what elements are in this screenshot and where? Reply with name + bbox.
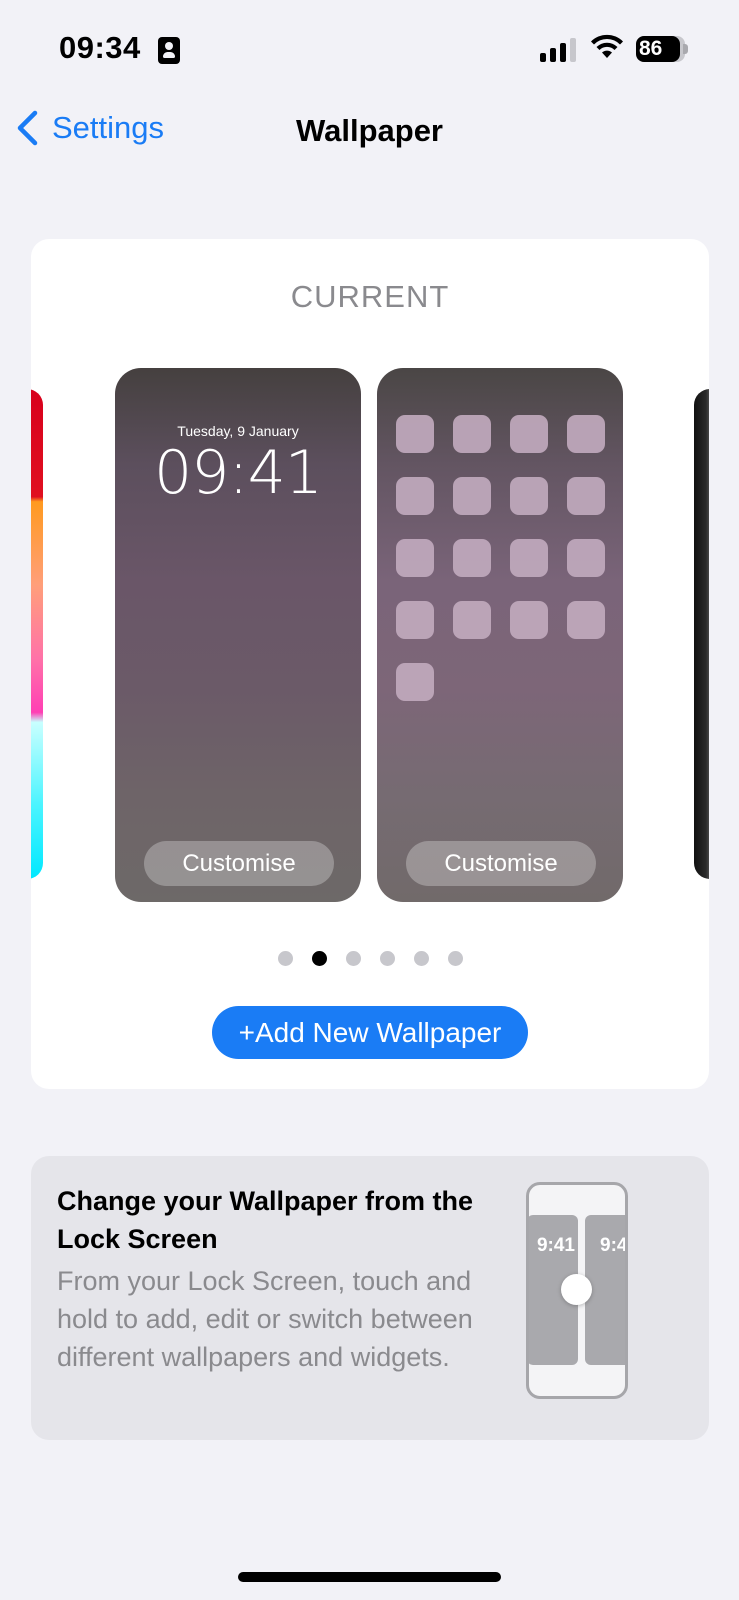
- page-title: Wallpaper: [296, 113, 443, 148]
- contact-card-icon: [158, 37, 180, 64]
- app-icon-placeholder: [396, 539, 434, 577]
- tip-title: Change your Wallpaper from the Lock Scre…: [57, 1186, 474, 1254]
- lock-screen-tip-card: Change your Wallpaper from the Lock Scre…: [31, 1156, 709, 1440]
- page-dot[interactable]: [447, 951, 463, 966]
- app-icon-placeholder: [510, 601, 548, 639]
- home-indicator[interactable]: [238, 1572, 501, 1582]
- cellular-signal-icon: [540, 38, 576, 62]
- app-icon-placeholder: [510, 477, 548, 515]
- page-dot[interactable]: [277, 951, 293, 966]
- app-icon-placeholder: [510, 415, 548, 453]
- app-icon-placeholder: [567, 539, 605, 577]
- app-icon-placeholder: [567, 601, 605, 639]
- app-icon-placeholder: [396, 477, 434, 515]
- status-time: 09:34: [59, 30, 141, 65]
- battery-level: 86: [639, 37, 663, 60]
- app-icon-placeholder: [567, 477, 605, 515]
- page-dot[interactable]: [311, 951, 327, 966]
- app-icon-placeholder: [453, 601, 491, 639]
- app-icon-placeholder: [396, 415, 434, 453]
- home-screen-preview[interactable]: Customise: [377, 368, 623, 902]
- next-wallpaper-preview[interactable]: [694, 389, 709, 879]
- lock-screen-date: Tuesday, 9 January: [177, 423, 299, 439]
- page-dot[interactable]: [413, 951, 429, 966]
- wifi-icon: [591, 34, 623, 58]
- customise-lock-screen-button[interactable]: Customise: [144, 841, 334, 886]
- current-wallpaper-card: CURRENT Tuesday, 9 January 09:41 Customi…: [31, 239, 709, 1089]
- current-label: CURRENT: [290, 279, 450, 314]
- app-icon-placeholder: [453, 477, 491, 515]
- status-bar: 09:34 86: [0, 0, 739, 100]
- battery-cap: [683, 44, 688, 54]
- lock-screen-switch-illustration: 9:41 9:4: [526, 1182, 628, 1399]
- app-icon-placeholder: [567, 415, 605, 453]
- tip-body: From your Lock Screen, touch and hold to…: [57, 1266, 473, 1372]
- touch-point-icon: [561, 1274, 592, 1305]
- app-icon-placeholder: [453, 539, 491, 577]
- customise-home-screen-button[interactable]: Customise: [406, 841, 596, 886]
- lock-screen-time: 09:41: [154, 438, 323, 508]
- app-icon-placeholder: [396, 601, 434, 639]
- page-dot[interactable]: [345, 951, 361, 966]
- battery-icon: 86: [636, 36, 680, 62]
- previous-wallpaper-preview[interactable]: [31, 389, 43, 879]
- add-new-wallpaper-button[interactable]: +Add New Wallpaper: [212, 1006, 528, 1059]
- app-icon-placeholder: [510, 539, 548, 577]
- lock-screen-preview[interactable]: Tuesday, 9 January 09:41 Customise: [115, 368, 361, 902]
- app-icon-placeholder: [453, 415, 491, 453]
- page-dot[interactable]: [379, 951, 395, 966]
- page-indicator[interactable]: [31, 951, 709, 966]
- app-icon-placeholder: [396, 663, 434, 701]
